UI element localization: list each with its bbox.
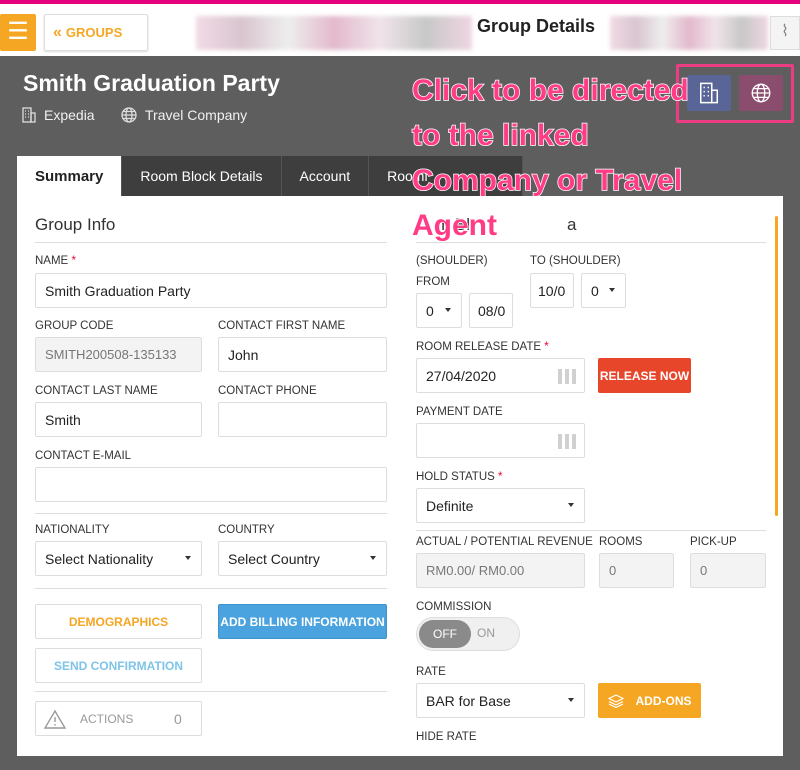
actions-label: ACTIONS	[80, 711, 134, 726]
tab-summary[interactable]: Summary	[17, 156, 123, 196]
company-name: Expedia	[44, 107, 95, 123]
to-shoulder-label: TO (SHOULDER)	[530, 255, 621, 267]
to-shoulder-select[interactable]: 0	[581, 273, 626, 308]
group-info-title: Group Info	[35, 215, 116, 234]
blurred-area	[610, 16, 768, 50]
payment-date-label: PAYMENT DATE	[416, 406, 503, 418]
dropdown-arrow-icon	[445, 308, 451, 312]
revenue-field: RM0.00/ RM0.00	[416, 553, 585, 588]
revenue-label: ACTUAL / POTENTIAL REVENUE	[416, 536, 593, 548]
commission-toggle[interactable]: OFF ON	[416, 617, 520, 651]
activity-icon[interactable]: ⌇	[770, 16, 800, 50]
tab-room-block-details[interactable]: Room Block Details	[122, 156, 282, 196]
back-button-label: GROUPS	[65, 25, 123, 40]
from-shoulder-label: (SHOULDER)	[416, 255, 488, 267]
layers-icon	[607, 693, 624, 708]
actions-count: 0	[174, 710, 182, 727]
top-bar: ☰ « GROUPS Group Details ⌇	[0, 0, 800, 56]
warning-icon	[44, 709, 66, 729]
divider	[35, 242, 387, 243]
contact-last-name-label: CONTACT LAST NAME	[35, 385, 158, 397]
hamburger-icon[interactable]: ☰	[0, 14, 36, 51]
divider	[35, 691, 387, 692]
calendar-icon	[558, 434, 576, 449]
country-select[interactable]: Select Country	[218, 541, 387, 576]
building-icon	[22, 107, 36, 123]
dropdown-arrow-icon	[568, 503, 574, 507]
add-ons-label: ADD-ONS	[635, 693, 692, 708]
building-icon	[699, 82, 719, 104]
company-link[interactable]: Expedia	[22, 107, 95, 123]
from-date-input[interactable]: 08/0	[469, 293, 513, 328]
rate-label: RATE	[416, 666, 446, 678]
page-title: Group Details	[477, 16, 596, 36]
toggle-on-label: ON	[477, 626, 495, 640]
travel-agent-link[interactable]: Travel Company	[121, 107, 247, 123]
dropdown-arrow-icon	[568, 698, 574, 702]
contact-email-label: CONTACT E-MAIL	[35, 450, 132, 462]
contact-phone-input[interactable]	[218, 402, 387, 437]
room-release-date-input[interactable]: 27/04/2020	[416, 358, 585, 393]
scrollbar[interactable]	[775, 216, 778, 516]
to-date-input[interactable]: 10/0	[530, 273, 574, 308]
travel-agent-name: Travel Company	[145, 107, 248, 123]
commission-label: COMMISSION	[416, 601, 492, 613]
add-billing-information-button[interactable]: ADD BILLING INFORMATION	[218, 604, 387, 639]
pickup-field: 0	[690, 553, 766, 588]
contact-first-name-label: CONTACT FIRST NAME	[218, 320, 346, 332]
groups-back-button[interactable]: « GROUPS	[44, 14, 148, 51]
demographics-button[interactable]: DEMOGRAPHICS	[35, 604, 202, 639]
globe-icon	[751, 83, 771, 103]
nationality-select[interactable]: Select Nationality	[35, 541, 202, 576]
double-chevron-left-icon: «	[53, 23, 62, 41]
pickup-label: PICK-UP	[690, 536, 737, 548]
annotation-text: Click to be directed to the linked Compa…	[411, 73, 689, 243]
payment-date-input[interactable]	[416, 423, 585, 458]
contact-last-name-input[interactable]: Smith	[35, 402, 202, 437]
divider	[416, 530, 766, 531]
release-now-button[interactable]: RELEASE NOW	[598, 358, 691, 393]
group-code-field: SMITH200508-135133	[35, 337, 202, 372]
globe-icon	[121, 107, 137, 123]
group-name-input[interactable]: Smith Graduation Party	[35, 273, 387, 308]
divider	[35, 513, 387, 514]
country-label: COUNTRY	[218, 524, 275, 536]
hide-rate-label: HIDE RATE	[416, 731, 477, 743]
contact-phone-label: CONTACT PHONE	[218, 385, 317, 397]
actions-button[interactable]: ACTIONS 0	[35, 701, 202, 736]
calendar-icon	[558, 369, 576, 384]
group-name: Smith Graduation Party	[23, 70, 280, 96]
add-ons-button[interactable]: ADD-ONS	[598, 683, 701, 718]
group-code-label: GROUP CODE	[35, 320, 114, 332]
hold-status-select[interactable]: Definite	[416, 488, 585, 523]
divider	[35, 588, 387, 589]
blurred-area	[196, 16, 472, 50]
dropdown-arrow-icon	[370, 556, 376, 560]
tab-account[interactable]: Account	[281, 156, 370, 196]
contact-first-name-input[interactable]: John	[218, 337, 387, 372]
toggle-off-label: OFF	[419, 620, 471, 648]
dropdown-arrow-icon	[609, 288, 615, 292]
rate-select[interactable]: BAR for Base	[416, 683, 585, 718]
summary-panel: Group Info NAME * Smith Graduation Party…	[17, 196, 783, 756]
from-label: FROM	[416, 276, 450, 288]
from-shoulder-select[interactable]: 0	[416, 293, 462, 328]
dropdown-arrow-icon	[185, 556, 191, 560]
name-label: NAME *	[35, 255, 76, 267]
nationality-label: NATIONALITY	[35, 524, 110, 536]
travel-agent-button[interactable]	[739, 75, 783, 111]
room-release-date-label: ROOM RELEASE DATE *	[416, 341, 549, 353]
send-confirmation-button[interactable]: SEND CONFIRMATION	[35, 648, 202, 683]
rooms-field: 0	[599, 553, 674, 588]
rooms-label: ROOMS	[599, 536, 643, 548]
hold-status-label: HOLD STATUS *	[416, 471, 503, 483]
contact-email-input[interactable]	[35, 467, 387, 502]
